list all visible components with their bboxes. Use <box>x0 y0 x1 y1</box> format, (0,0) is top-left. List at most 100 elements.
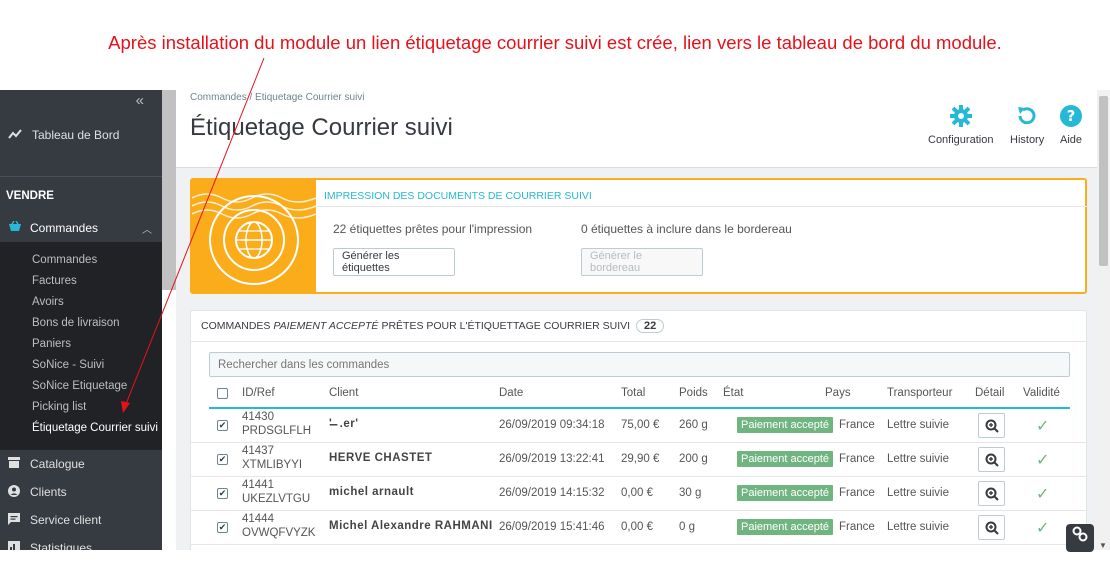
generate-bordereau-button[interactable]: Générer le bordereau <box>581 248 703 276</box>
sidebar-item-label: Commandes <box>30 221 99 235</box>
print-panel-title: IMPRESSION DES DOCUMENTS DE COURRIER SUI… <box>324 190 592 202</box>
sidebar-item-service-client[interactable]: Service client <box>0 506 162 534</box>
column-header-total[interactable]: Total <box>621 387 645 399</box>
column-header-client[interactable]: Client <box>329 387 358 399</box>
row-checkbox[interactable]: ✔ <box>217 454 228 465</box>
trending-up-icon <box>8 128 28 143</box>
order-carrier: Lettre suivie <box>887 487 950 499</box>
column-header-transporteur[interactable]: Transporteur <box>887 387 952 399</box>
help-button[interactable]: ? Aide <box>1059 104 1083 146</box>
submenu-item-commandes[interactable]: Commandes <box>0 250 162 271</box>
submenu-item-sonice-suivi[interactable]: SoNice - Suivi <box>0 355 162 376</box>
order-country: France <box>839 419 875 431</box>
select-all-checkbox[interactable] <box>217 388 228 399</box>
history-icon <box>1010 104 1044 134</box>
submenu-item-paniers[interactable]: Paniers <box>0 334 162 355</box>
detail-button[interactable] <box>978 481 1005 506</box>
sidebar-item-label: Clients <box>30 485 67 499</box>
configuration-label: Configuration <box>928 134 994 146</box>
sidebar-item-commandes[interactable]: Commandes ︿ <box>0 214 162 242</box>
submenu-item-sonice-etiquetage[interactable]: SoNice Etiquetage <box>0 376 162 397</box>
orders-title-status: PAIEMENT ACCEPTÉ <box>273 320 379 332</box>
order-date: 26/09/2019 14:15:32 <box>499 487 605 499</box>
sidebar-scrollbar[interactable] <box>162 90 176 290</box>
zoom-icon <box>985 453 999 467</box>
breadcrumb[interactable]: Commandes / Etiquetage Courrier suivi <box>190 92 365 103</box>
submenu-item-bons-livraison[interactable]: Bons de livraison <box>0 313 162 334</box>
orders-panel-title: COMMANDES PAIEMENT ACCEPTÉ PRÊTES POUR L… <box>201 319 665 333</box>
column-header-pays[interactable]: Pays <box>825 387 851 399</box>
sidebar-section-title: VENDRE <box>6 190 54 202</box>
column-header-poids[interactable]: Poids <box>679 387 708 399</box>
order-ref: UKEZLVTGU <box>242 493 311 505</box>
gear-icon <box>928 104 993 134</box>
zoom-icon <box>985 521 999 535</box>
order-total: 0,00 € <box>621 487 653 499</box>
detail-button[interactable] <box>978 515 1005 540</box>
collapse-icon[interactable]: « <box>136 92 144 109</box>
order-weight: 260 g <box>679 419 708 431</box>
orders-search-input[interactable] <box>209 352 1070 377</box>
row-checkbox[interactable]: ✔ <box>217 522 228 533</box>
submenu-item-factures[interactable]: Factures <box>0 271 162 292</box>
column-header-detail[interactable]: Détail <box>975 387 1004 399</box>
history-button[interactable]: History <box>1010 104 1044 146</box>
order-id: 41430 <box>242 411 274 423</box>
commandes-submenu: Commandes Factures Avoirs Bons de livrai… <box>0 242 162 450</box>
submenu-item-picking-list[interactable]: Picking list <box>0 397 162 418</box>
status-badge: Paiement accepté <box>737 485 834 501</box>
order-id: 41444 <box>242 513 274 525</box>
orders-count-badge: 22 <box>636 319 665 333</box>
order-date: 26/09/2019 09:34:18 <box>499 419 605 431</box>
column-header-date[interactable]: Date <box>499 387 523 399</box>
detail-button[interactable] <box>978 447 1005 472</box>
page-header: Commandes / Etiquetage Courrier suivi Ét… <box>176 90 1097 168</box>
orders-title-post: PRÊTES POUR L'ÉTIQUETTAGE COURRIER SUIVI <box>381 320 631 332</box>
order-carrier: Lettre suivie <box>887 521 950 533</box>
row-checkbox[interactable]: ✔ <box>217 488 228 499</box>
print-documents-panel: IMPRESSION DES DOCUMENTS DE COURRIER SUI… <box>190 178 1087 294</box>
svg-text:?: ? <box>1067 107 1076 125</box>
sidebar-item-statistiques[interactable]: Statistiques <box>0 534 162 550</box>
sidebar-item-catalogue[interactable]: Catalogue <box>0 450 162 478</box>
labels-ready-text: 22 étiquettes prêtes pour l'impression <box>333 222 533 236</box>
table-row[interactable]: ✔ 41444 OVWQFVYZK Michel Alexandre RAHMANI 2… <box>191 511 1086 545</box>
order-id: 41441 <box>242 479 274 491</box>
scroll-down-icon[interactable]: ▼ <box>1099 541 1107 550</box>
check-icon: ✓ <box>1036 452 1050 469</box>
submenu-item-etiquetage-courrier-suivi[interactable]: Étiquetage Courrier suivi <box>0 418 162 439</box>
order-client: michel arnault <box>329 486 414 498</box>
submenu-item-avoirs[interactable]: Avoirs <box>0 292 162 313</box>
order-date: 26/09/2019 15:41:46 <box>499 521 605 533</box>
courrier-suivi-logo <box>191 180 317 292</box>
order-total: 75,00 € <box>621 419 660 431</box>
history-label: History <box>1010 134 1045 146</box>
sidebar-item-label: Catalogue <box>30 457 85 471</box>
table-row[interactable]: ✔ 41437 XTMLIBYYI HERVE CHASTET 26/09/2019 1… <box>191 443 1086 477</box>
table-row[interactable]: ✔ 41430 PRDSGLFLH '̵̵̵̵̵ ̵̵̵̵ .er' 26/09/201… <box>191 409 1086 443</box>
generate-labels-button[interactable]: Générer les étiquettes <box>333 248 455 276</box>
column-header-validite[interactable]: Validité <box>1023 387 1060 399</box>
order-carrier: Lettre suivie <box>887 453 950 465</box>
annotation-text: Après installation du module un lien éti… <box>108 32 1002 53</box>
order-total: 29,90 € <box>621 453 660 465</box>
sidebar-item-label: Service client <box>30 513 102 527</box>
page-scrollbar[interactable]: ▼ <box>1097 90 1110 550</box>
sidebar-item-clients[interactable]: Clients <box>0 478 162 506</box>
help-label: Aide <box>1059 134 1083 146</box>
configuration-button[interactable]: Configuration <box>928 104 993 146</box>
column-header-etat[interactable]: État <box>723 387 743 399</box>
detail-button[interactable] <box>978 413 1005 438</box>
order-weight: 30 g <box>679 487 702 499</box>
row-checkbox[interactable]: ✔ <box>217 420 228 431</box>
panel-divider <box>191 341 1086 342</box>
help-icon: ? <box>1059 104 1083 134</box>
table-row[interactable]: ✔ 41441 UKEZLVTGU michel arnault 26/09/2019 … <box>191 477 1086 511</box>
sidebar-item-label: Statistiques <box>30 541 93 550</box>
order-client: Michel Alexandre RAHMANI <box>329 520 493 532</box>
scrollbar-thumb[interactable] <box>1099 96 1108 266</box>
order-date: 26/09/2019 13:22:41 <box>499 453 605 465</box>
sidebar-item-dashboard[interactable]: Tableau de Bord <box>0 120 162 150</box>
link-icon[interactable] <box>1066 524 1094 552</box>
column-header-idref[interactable]: ID/Ref <box>242 387 275 399</box>
